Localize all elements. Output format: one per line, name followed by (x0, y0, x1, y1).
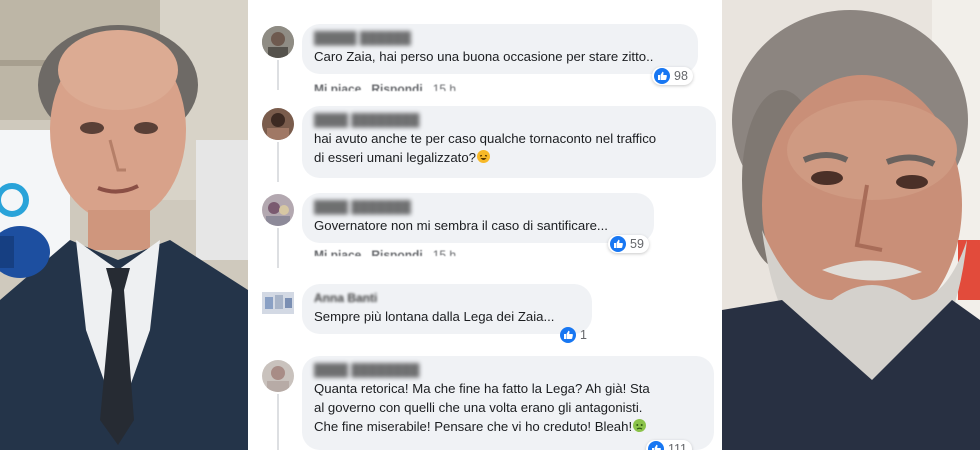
avatar[interactable] (262, 26, 294, 58)
comment-text: Governatore non mi sembra il caso di san… (314, 218, 608, 233)
comment-bubble: Anna Banti Sempre più lontana dalla Lega… (302, 284, 592, 334)
thumbs-up-icon (610, 236, 626, 252)
like-count: 1 (580, 328, 587, 342)
avatar[interactable] (262, 360, 294, 392)
comment-author[interactable]: █████ ██████ (314, 31, 686, 45)
avatar[interactable] (262, 292, 294, 314)
reply-action[interactable]: Rispondi (371, 82, 422, 91)
avatar[interactable] (262, 108, 294, 140)
comment-text: Quanta retorica! Ma che fine ha fatto la… (314, 379, 702, 436)
reaction-count[interactable]: 111 (646, 440, 693, 450)
like-count: 59 (630, 237, 644, 251)
reaction-count[interactable]: 98 (652, 67, 693, 85)
thread-line (277, 142, 279, 182)
thread-line (277, 228, 279, 268)
thread-line (277, 394, 279, 450)
comment-text: Caro Zaia, hai perso una buona occasione… (314, 49, 654, 64)
comment-author[interactable]: Anna Banti (314, 291, 580, 305)
thumbs-up-icon (654, 68, 670, 84)
comment-bubble: ████ ████████ hai avuto anche te per cas… (302, 106, 716, 178)
nauseated-emoji-icon (633, 419, 647, 432)
comments-section: █████ ██████ Caro Zaia, hai perso una bu… (254, 0, 718, 450)
avatar[interactable] (262, 194, 294, 226)
thumbs-up-icon (560, 327, 576, 343)
reply-action[interactable]: Rispondi (371, 248, 422, 256)
like-action[interactable]: Mi piace (314, 82, 361, 91)
reaction-count[interactable]: 1 (558, 326, 592, 344)
comment-actions: Mi piace Rispondi 15 h (314, 82, 466, 91)
comment-bubble: ████ ███████ Governatore non mi sembra i… (302, 193, 654, 243)
comment-bubble: █████ ██████ Caro Zaia, hai perso una bu… (302, 24, 698, 74)
comment-actions: Mi piace Rispondi 15 h (314, 248, 466, 256)
comment-text-body: Quanta retorica! Ma che fine ha fatto la… (314, 381, 650, 434)
comment-bubble: ████ ████████ Quanta retorica! Ma che fi… (302, 356, 714, 450)
comment-author[interactable]: ████ ████████ (314, 363, 702, 377)
reaction-count[interactable]: 59 (608, 235, 649, 253)
like-action[interactable]: Mi piace (314, 248, 361, 256)
comment-text: Sempre più lontana dalla Lega dei Zaia..… (314, 309, 555, 324)
thumbs-up-icon (648, 441, 664, 450)
like-count: 111 (668, 442, 688, 450)
thread-line (277, 60, 279, 90)
laughing-emoji-icon (477, 150, 490, 163)
comment-author[interactable]: ████ ███████ (314, 200, 642, 214)
comment-text: hai avuto anche te per caso qualche torn… (314, 129, 704, 167)
photo-right-bearded-man (722, 0, 980, 450)
photo-left-politician (0, 0, 248, 450)
like-count: 98 (674, 69, 688, 83)
comment-author[interactable]: ████ ████████ (314, 113, 704, 127)
comment-time[interactable]: 15 h (433, 248, 456, 256)
comment-time[interactable]: 15 h (433, 82, 456, 91)
